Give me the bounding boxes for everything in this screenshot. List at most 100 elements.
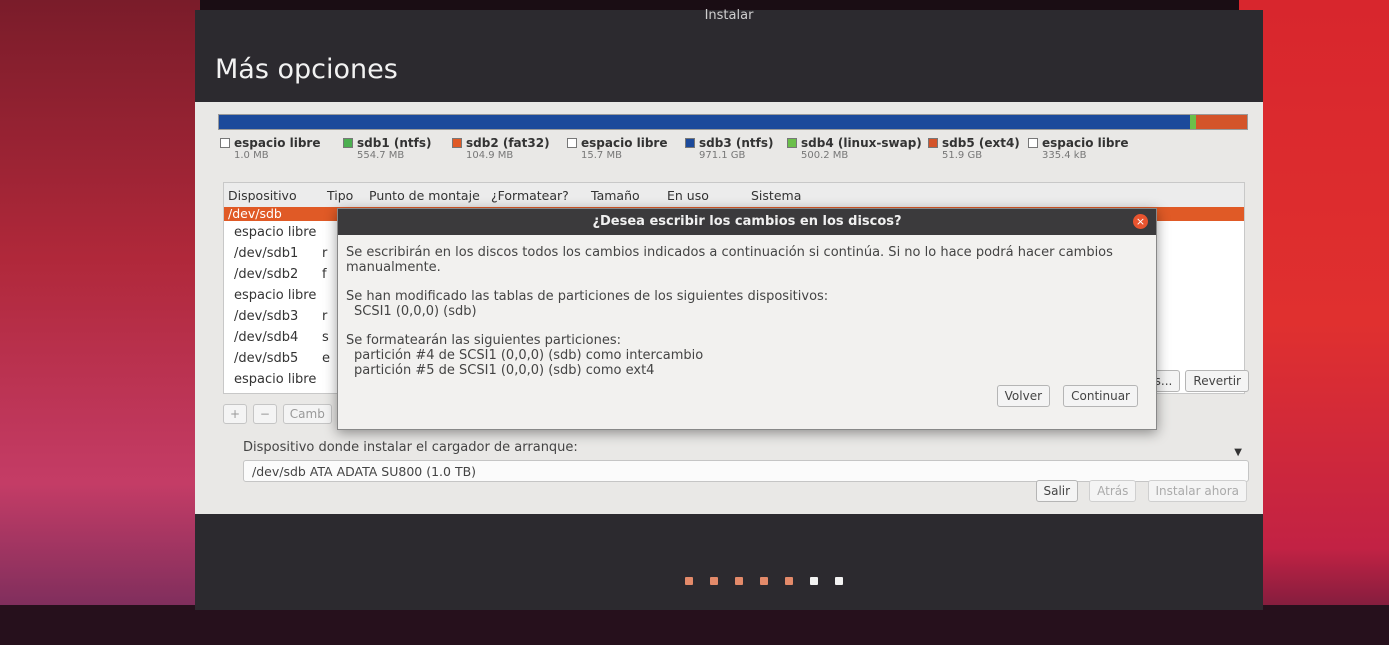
back-button[interactable]: Atrás xyxy=(1089,480,1137,502)
window-title: Instalar xyxy=(704,8,754,23)
row-device: espacio libre xyxy=(234,288,317,303)
navigation-buttons: Salir Atrás Instalar ahora xyxy=(1030,480,1247,502)
legend-swatch xyxy=(567,138,577,148)
column-header-format[interactable]: ¿Formatear? xyxy=(491,188,569,203)
table-row[interactable]: /dev/sdb3 r xyxy=(234,309,327,324)
dialog-text-partition-4: partición #4 de SCSI1 (0,0,0) (sdb) como… xyxy=(354,348,704,363)
partition-toolbar: + − Camb xyxy=(223,404,334,424)
dialog-title: ¿Desea escribir los cambios en los disco… xyxy=(338,209,1156,235)
legend-swatch xyxy=(928,138,938,148)
legend-item: sdb2 (fat32) 104.9 MB xyxy=(452,136,550,161)
legend-item: espacio libre 15.7 MB xyxy=(567,136,668,161)
progress-dot-done xyxy=(760,577,768,585)
table-header: Dispositivo Tipo Punto de montaje ¿Forma… xyxy=(224,183,1244,207)
table-row[interactable]: espacio libre xyxy=(234,288,316,303)
column-header-system[interactable]: Sistema xyxy=(751,188,801,203)
legend-name: sdb3 (ntfs) xyxy=(699,136,774,150)
row-device: espacio libre xyxy=(234,225,317,240)
bootloader-device-select[interactable]: /dev/sdb ATA ADATA SU800 (1.0 TB) ▼ xyxy=(243,447,1249,482)
legend-size: 1.0 MB xyxy=(234,150,269,161)
dialog-buttons: Volver Continuar xyxy=(989,385,1138,407)
change-partition-button[interactable]: Camb xyxy=(282,404,332,424)
remove-partition-button[interactable]: − xyxy=(252,404,277,424)
legend-swatch xyxy=(343,138,353,148)
legend-name: espacio libre xyxy=(581,136,668,150)
row-type: r xyxy=(322,309,328,324)
page-title: Más opciones xyxy=(215,54,398,85)
row-device: /dev/sdb xyxy=(228,206,282,221)
legend-name: sdb2 (fat32) xyxy=(466,136,550,150)
row-device: /dev/sdb2 xyxy=(234,267,299,282)
progress-dot-done xyxy=(710,577,718,585)
legend-size: 554.7 MB xyxy=(357,150,405,161)
row-type: f xyxy=(322,267,327,282)
dialog-text-intro: Se escribirán en los discos todos los ca… xyxy=(346,245,1113,275)
table-row[interactable]: /dev/sdb2 f xyxy=(234,267,327,282)
legend-name: espacio libre xyxy=(1042,136,1129,150)
row-type: e xyxy=(322,351,330,366)
dialog-text-format: Se formatearán las siguientes particione… xyxy=(346,333,621,348)
legend-item: sdb5 (ext4) 51.9 GB xyxy=(928,136,1020,161)
bootloader-label: Dispositivo donde instalar el cargador d… xyxy=(243,440,578,455)
disk-usage-bar xyxy=(218,114,1248,130)
legend-swatch xyxy=(452,138,462,148)
legend-name: espacio libre xyxy=(234,136,321,150)
row-type: s xyxy=(322,330,329,345)
table-row[interactable]: /dev/sdb1 r xyxy=(234,246,327,261)
bootloader-device-value: /dev/sdb ATA ADATA SU800 (1.0 TB) xyxy=(252,464,477,479)
legend-size: 104.9 MB xyxy=(466,150,514,161)
legend-item: espacio libre 1.0 MB xyxy=(220,136,321,161)
row-device: espacio libre xyxy=(234,372,317,387)
progress-dot-pending xyxy=(835,577,843,585)
legend-item: sdb1 (ntfs) 554.7 MB xyxy=(343,136,431,161)
disk-bar-sdb3 xyxy=(219,115,1191,129)
legend-size: 51.9 GB xyxy=(942,150,983,161)
legend-size: 971.1 GB xyxy=(699,150,746,161)
legend-swatch xyxy=(1028,138,1038,148)
legend-item: sdb4 (linux-swap) 500.2 MB xyxy=(787,136,922,161)
legend-swatch xyxy=(685,138,695,148)
progress-dots xyxy=(685,570,860,589)
dialog-text-partition-5: partición #5 de SCSI1 (0,0,0) (sdb) como… xyxy=(354,363,655,378)
column-header-device[interactable]: Dispositivo xyxy=(228,188,297,203)
progress-dot-done xyxy=(785,577,793,585)
table-row[interactable]: espacio libre xyxy=(234,372,316,387)
install-now-button[interactable]: Instalar ahora xyxy=(1147,480,1247,502)
close-icon[interactable]: × xyxy=(1133,214,1148,229)
column-header-type[interactable]: Tipo xyxy=(327,188,353,203)
legend-name: sdb1 (ntfs) xyxy=(357,136,432,150)
row-type: r xyxy=(322,246,328,261)
column-header-used[interactable]: En uso xyxy=(667,188,709,203)
row-device: /dev/sdb3 xyxy=(234,309,299,324)
dialog-message: Se escribirán en los discos todos los ca… xyxy=(346,245,1148,392)
legend-item: sdb3 (ntfs) 971.1 GB xyxy=(685,136,773,161)
table-row[interactable]: espacio libre xyxy=(234,225,316,240)
legend-size: 335.4 kB xyxy=(1042,150,1087,161)
dialog-back-button[interactable]: Volver xyxy=(996,385,1051,407)
revert-button[interactable]: Revertir xyxy=(1185,370,1249,392)
legend-name: sdb4 (linux-swap) xyxy=(801,136,922,150)
progress-dot-pending xyxy=(810,577,818,585)
row-device: /dev/sdb1 xyxy=(234,246,299,261)
chevron-down-icon: ▼ xyxy=(1234,447,1242,458)
partition-legend: espacio libre 1.0 MB sdb1 (ntfs) 554.7 M… xyxy=(220,136,1260,172)
dialog-text-tables: Se han modificado las tablas de particio… xyxy=(346,289,829,304)
row-device: /dev/sdb4 xyxy=(234,330,299,345)
column-header-size[interactable]: Tamaño xyxy=(591,188,640,203)
row-device: /dev/sdb5 xyxy=(234,351,299,366)
legend-swatch xyxy=(787,138,797,148)
legend-name: sdb5 (ext4) xyxy=(942,136,1020,150)
table-row[interactable]: /dev/sdb4 s xyxy=(234,330,329,345)
legend-item: espacio libre 335.4 kB xyxy=(1028,136,1129,161)
disk-bar-sdb5 xyxy=(1195,115,1247,129)
legend-size: 15.7 MB xyxy=(581,150,622,161)
legend-size: 500.2 MB xyxy=(801,150,849,161)
column-header-mount[interactable]: Punto de montaje xyxy=(369,188,480,203)
progress-dot-done xyxy=(685,577,693,585)
dialog-continue-button[interactable]: Continuar xyxy=(1063,385,1138,407)
legend-swatch xyxy=(220,138,230,148)
progress-dot-done xyxy=(735,577,743,585)
add-partition-button[interactable]: + xyxy=(223,404,248,424)
table-row[interactable]: /dev/sdb5 e xyxy=(234,351,330,366)
quit-button[interactable]: Salir xyxy=(1035,480,1079,502)
